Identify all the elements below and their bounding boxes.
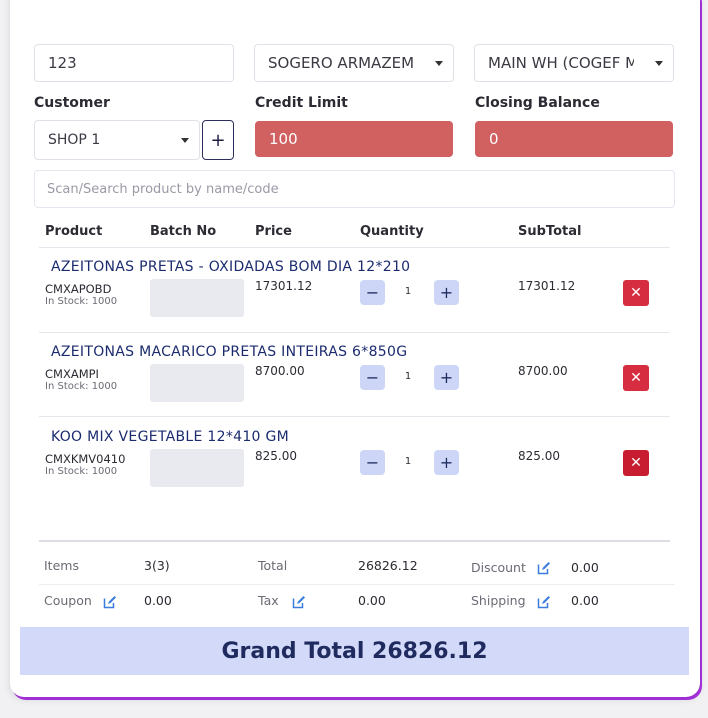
warehouse-select[interactable]: MAIN WH (COGEF MAIN (474, 44, 674, 82)
stock-count: In Stock: 1000 (45, 466, 118, 477)
shipping-value: 0.00 (571, 593, 599, 608)
caret-down-icon (435, 61, 443, 66)
product-code: CMXAPOBD (45, 282, 112, 296)
total-label: Total (258, 558, 288, 573)
delete-row-button[interactable]: ✕ (623, 365, 649, 391)
col-subtotal: SubTotal (518, 224, 582, 239)
items-label: Items (44, 558, 79, 573)
increase-qty-button[interactable]: + (434, 365, 459, 390)
subtotal: 17301.12 (518, 279, 576, 293)
credit-limit-label: Credit Limit (255, 95, 348, 111)
quantity-value[interactable]: 1 (398, 371, 418, 382)
increase-qty-button[interactable]: + (434, 280, 459, 305)
customer-label: Customer (34, 95, 110, 111)
subtotal: 825.00 (518, 449, 560, 463)
discount-value: 0.00 (571, 560, 599, 575)
decrease-qty-button[interactable]: − (360, 450, 385, 475)
decrease-qty-button[interactable]: − (360, 280, 385, 305)
batch-input[interactable] (150, 449, 244, 487)
tax-value: 0.00 (358, 593, 386, 608)
price: 8700.00 (255, 364, 305, 378)
col-quantity: Quantity (360, 224, 424, 239)
price: 825.00 (255, 449, 297, 463)
coupon-label: Coupon (44, 593, 92, 608)
product-search-input[interactable]: Scan/Search product by name/code (34, 170, 675, 208)
delete-row-button[interactable]: ✕ (623, 450, 649, 476)
subtotal: 8700.00 (518, 364, 568, 378)
customer-select-value: SHOP 1 (48, 132, 101, 148)
stock-count: In Stock: 1000 (45, 381, 118, 392)
delete-row-button[interactable]: ✕ (623, 280, 649, 306)
grand-total: Grand Total 26826.12 (20, 627, 689, 675)
closing-balance-field[interactable]: 0 (475, 121, 673, 157)
search-placeholder: Scan/Search product by name/code (47, 181, 279, 197)
tax-label: Tax (258, 593, 279, 608)
decrease-qty-button[interactable]: − (360, 365, 385, 390)
divider (39, 332, 670, 333)
col-batch: Batch No (150, 224, 217, 239)
product-name: AZEITONAS PRETAS - OXIDADAS BOM DIA 12*2… (51, 259, 411, 275)
coupon-value: 0.00 (144, 593, 172, 608)
summary-divider (39, 540, 670, 542)
discount-edit-icon[interactable] (537, 561, 551, 575)
divider (39, 247, 670, 248)
discount-label: Discount (471, 560, 526, 575)
increase-qty-button[interactable]: + (434, 450, 459, 475)
stock-count: In Stock: 1000 (45, 296, 118, 307)
product-code: CMXAMPI (45, 367, 99, 381)
divider (39, 416, 670, 417)
caret-down-icon (181, 138, 189, 143)
total-value: 26826.12 (358, 558, 418, 573)
quantity-value[interactable]: 1 (398, 286, 418, 297)
closing-balance-label: Closing Balance (475, 95, 600, 111)
caret-down-icon (655, 61, 663, 66)
tax-edit-icon[interactable] (292, 595, 306, 609)
add-customer-button[interactable]: + (202, 120, 234, 160)
price: 17301.12 (255, 279, 313, 293)
shipping-label: Shipping (471, 593, 526, 608)
coupon-edit-icon[interactable] (103, 595, 117, 609)
supplier-select-value: SOGERO ARMAZEM (268, 54, 415, 72)
batch-input[interactable] (150, 364, 244, 402)
product-name: AZEITONAS MACARICO PRETAS INTEIRAS 6*850… (51, 344, 408, 360)
product-code: CMXKMV0410 (45, 452, 126, 466)
batch-input[interactable] (150, 279, 244, 317)
warehouse-select-value: MAIN WH (COGEF MAIN (488, 54, 634, 72)
supplier-select[interactable]: SOGERO ARMAZEM (254, 44, 454, 82)
col-price: Price (255, 224, 292, 239)
quantity-value[interactable]: 1 (398, 456, 418, 467)
credit-limit-field[interactable]: 100 (255, 121, 453, 157)
items-value: 3(3) (144, 558, 170, 573)
col-product: Product (45, 224, 103, 239)
customer-select[interactable]: SHOP 1 (34, 120, 200, 160)
product-name: KOO MIX VEGETABLE 12*410 GM (51, 429, 290, 445)
shipping-edit-icon[interactable] (537, 595, 551, 609)
summary-divider (39, 584, 675, 585)
reference-input[interactable]: 123 (34, 44, 234, 82)
